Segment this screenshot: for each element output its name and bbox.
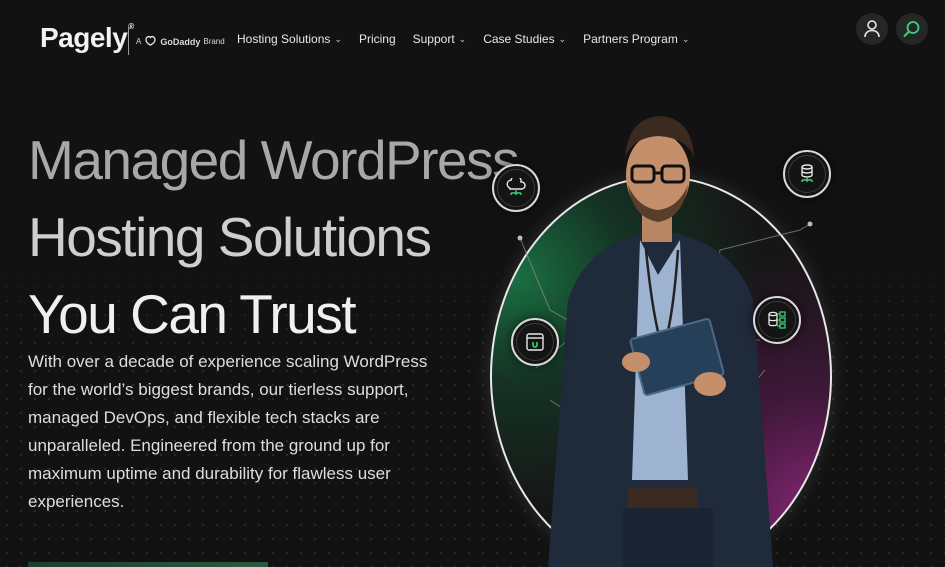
logo-divider (128, 27, 129, 55)
server-stack-icon (753, 296, 801, 344)
user-icon (864, 20, 880, 38)
search-icon (903, 21, 920, 37)
cta-button[interactable] (28, 562, 268, 567)
nav-item-hosting-solutions[interactable]: Hosting Solutions ⌄ (237, 32, 342, 46)
godaddy-brand-badge: A GoDaddy Brand (136, 34, 225, 49)
nav-item-partners-program[interactable]: Partners Program ⌄ (583, 32, 689, 46)
man-with-tablet-photo (548, 116, 773, 567)
chevron-down-icon: ⌄ (681, 33, 690, 44)
search-button[interactable] (896, 13, 928, 45)
app-window-icon (511, 318, 559, 366)
chevron-down-icon: ⌄ (334, 33, 342, 44)
account-button[interactable] (856, 13, 888, 45)
hero-illustration (440, 100, 945, 567)
database-network-icon (783, 150, 831, 198)
chevron-down-icon: ⌄ (458, 33, 467, 44)
hero-title-line: Managed WordPress (28, 129, 520, 191)
godaddy-icon (144, 34, 157, 49)
chevron-down-icon: ⌄ (558, 33, 567, 44)
pagely-logo[interactable]: Pagely® (40, 22, 134, 54)
hero-title-line: Hosting Solutions (28, 206, 432, 268)
cloud-network-icon (492, 164, 540, 212)
nav-item-case-studies[interactable]: Case Studies ⌄ (483, 32, 566, 46)
nav-item-support[interactable]: Support ⌄ (413, 32, 467, 46)
main-nav: Hosting Solutions ⌄ Pricing Support ⌄ Case… (237, 32, 689, 46)
site-header: Pagely® A GoDaddy Brand Hosting Solution… (0, 0, 945, 80)
nav-item-pricing[interactable]: Pricing (359, 32, 396, 46)
hero-title-line: You Can Trust (28, 283, 357, 345)
hero-title: Managed WordPress Hosting Solutions You … (28, 122, 520, 353)
hero-description: With over a decade of experience scaling… (28, 352, 428, 511)
